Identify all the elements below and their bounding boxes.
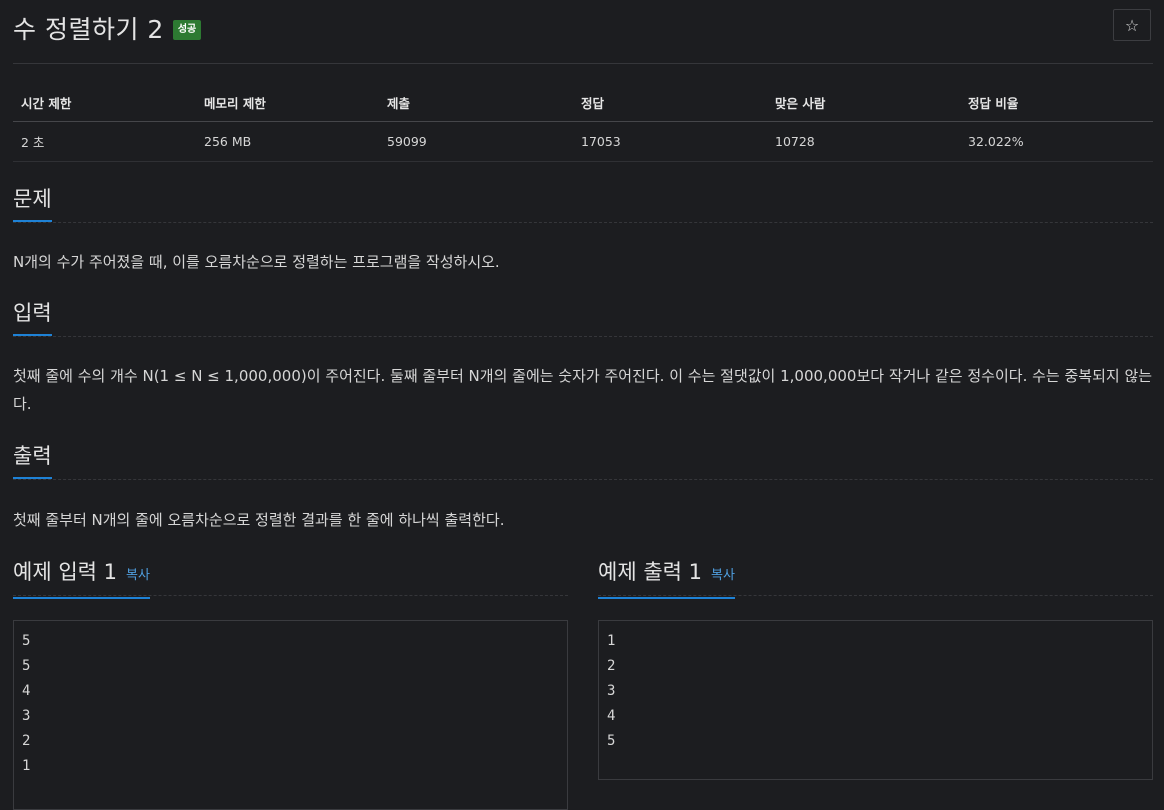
output-section-title: 출력 [13,443,52,479]
info-value-row: 2 초 256 MB 59099 17053 10728 32.022% [13,121,1153,162]
sample-input-title: 예제 입력 1 [13,560,117,584]
sample-input-box[interactable]: 5 5 4 3 2 1 [13,620,568,810]
header-accept-ratio: 정답 비율 [960,85,1153,122]
header-submissions: 제출 [379,85,573,122]
problem-section-title: 문제 [13,186,52,222]
page-title: 수 정렬하기 2 [13,15,164,44]
favorite-button[interactable]: ☆ [1113,9,1151,41]
copy-sample-input-button[interactable]: 복사 [126,568,150,583]
sample-output-box[interactable]: 1 2 3 4 5 [598,620,1153,780]
input-section-heading: 입력 [13,300,1153,337]
problem-description: N개의 수가 주어졌을 때, 이를 오름차순으로 정렬하는 프로그램을 작성하시… [13,253,500,271]
header-accepted: 정답 [573,85,767,122]
sample-input-heading: 예제 입력 1 복사 [13,559,568,599]
value-memory-limit: 256 MB [196,121,379,162]
title-divider [13,63,1153,64]
output-section-heading: 출력 [13,443,1153,480]
value-time-limit: 2 초 [13,121,196,162]
header-solved-users: 맞은 사람 [767,85,960,122]
sample-output-heading: 예제 출력 1 복사 [598,559,1153,599]
info-header-row: 시간 제한 메모리 제한 제출 정답 맞은 사람 정답 비율 [13,85,1153,122]
title-row: 수 정렬하기 2 성공 [13,9,202,47]
header-memory-limit: 메모리 제한 [196,85,379,122]
star-icon: ☆ [1124,15,1140,35]
sample-output-title-wrap: 예제 출력 1 복사 [598,559,735,599]
value-solved-users: 10728 [767,121,960,162]
problem-info-table: 시간 제한 메모리 제한 제출 정답 맞은 사람 정답 비율 2 초 256 M… [13,85,1153,162]
sample-input-title-wrap: 예제 입력 1 복사 [13,559,150,599]
value-accepted: 17053 [573,121,767,162]
value-submissions: 59099 [379,121,573,162]
problem-section-heading: 문제 [13,186,1153,223]
status-badge: 성공 [172,20,202,40]
value-accept-ratio: 32.022% [960,121,1153,162]
output-description: 첫째 줄부터 N개의 줄에 오름차순으로 정렬한 결과를 한 줄에 하나씩 출력… [13,511,505,529]
input-section-title: 입력 [13,300,52,336]
header-time-limit: 시간 제한 [13,85,196,122]
copy-sample-output-button[interactable]: 복사 [711,568,735,583]
sample-output-title: 예제 출력 1 [598,560,702,584]
input-description: 첫째 줄에 수의 개수 N(1 ≤ N ≤ 1,000,000)이 주어진다. … [13,367,1153,413]
